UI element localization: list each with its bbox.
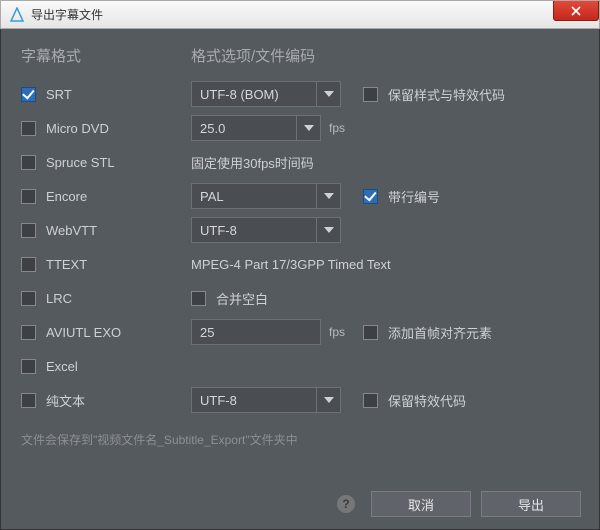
save-location-note: 文件会保存到"视频文件名_Subtitle_Export"文件夹中: [21, 431, 579, 448]
chevron-down-icon: [316, 184, 340, 208]
srt-encoding-select[interactable]: UTF-8 (BOM): [191, 81, 341, 107]
aviutl-add-align-label: 添加首帧对齐元素: [388, 323, 492, 342]
ttext-checkbox[interactable]: [21, 257, 36, 272]
plaintext-keep-effect-label: 保留特效代码: [388, 391, 466, 410]
plaintext-checkbox[interactable]: [21, 393, 36, 408]
microdvd-checkbox[interactable]: [21, 121, 36, 136]
plaintext-encoding-select[interactable]: UTF-8: [191, 387, 341, 413]
microdvd-fps-unit: fps: [329, 121, 345, 135]
encore-checkbox[interactable]: [21, 189, 36, 204]
microdvd-fps-select[interactable]: 25.0: [191, 115, 321, 141]
titlebar: 导出字幕文件: [0, 0, 600, 29]
chevron-down-icon: [316, 82, 340, 106]
plaintext-label: 纯文本: [46, 391, 85, 410]
close-button[interactable]: [553, 1, 599, 21]
chevron-down-icon: [316, 218, 340, 242]
lrc-merge-blank-checkbox[interactable]: [191, 291, 206, 306]
lrc-label: LRC: [46, 291, 72, 306]
excel-label: Excel: [46, 359, 78, 374]
srt-checkbox[interactable]: [21, 87, 36, 102]
aviutl-label: AVIUTL EXO: [46, 325, 121, 340]
window-title: 导出字幕文件: [31, 6, 103, 23]
aviutl-fps-unit: fps: [329, 325, 345, 339]
chevron-down-icon: [296, 116, 320, 140]
options-header: 格式选项/文件编码: [191, 45, 351, 67]
ttext-label: TTEXT: [46, 257, 87, 272]
lrc-checkbox[interactable]: [21, 291, 36, 306]
srt-label: SRT: [46, 87, 72, 102]
plaintext-encoding-value: UTF-8: [200, 393, 237, 408]
excel-checkbox[interactable]: [21, 359, 36, 374]
chevron-down-icon: [316, 388, 340, 412]
srt-encoding-value: UTF-8 (BOM): [200, 87, 279, 102]
srt-keep-style-checkbox[interactable]: [363, 87, 378, 102]
webvtt-label: WebVTT: [46, 223, 97, 238]
plaintext-keep-effect-checkbox[interactable]: [363, 393, 378, 408]
sprucestl-label: Spruce STL: [46, 155, 115, 170]
aviutl-fps-input[interactable]: [191, 319, 321, 345]
aviutl-checkbox[interactable]: [21, 325, 36, 340]
formats-header: 字幕格式: [21, 45, 191, 67]
microdvd-fps-value: 25.0: [200, 121, 225, 136]
dialog-body: 字幕格式 SRT Micro DVD Spruce STL Encore Web…: [0, 29, 600, 530]
microdvd-label: Micro DVD: [46, 121, 109, 136]
srt-keep-style-label: 保留样式与特效代码: [388, 85, 505, 104]
help-icon[interactable]: ?: [337, 495, 355, 513]
webvtt-encoding-value: UTF-8: [200, 223, 237, 238]
sprucestl-note: 固定使用30fps时间码: [191, 153, 314, 172]
encore-line-number-checkbox[interactable]: [363, 189, 378, 204]
encore-line-number-label: 带行编号: [388, 187, 440, 206]
webvtt-encoding-select[interactable]: UTF-8: [191, 217, 341, 243]
encore-region-value: PAL: [200, 189, 224, 204]
encore-label: Encore: [46, 189, 87, 204]
cancel-button[interactable]: 取消: [371, 491, 471, 517]
encore-region-select[interactable]: PAL: [191, 183, 341, 209]
sprucestl-checkbox[interactable]: [21, 155, 36, 170]
webvtt-checkbox[interactable]: [21, 223, 36, 238]
lrc-merge-blank-label: 合并空白: [216, 289, 268, 308]
export-button[interactable]: 导出: [481, 491, 581, 517]
aviutl-add-align-checkbox[interactable]: [363, 325, 378, 340]
app-icon: [9, 7, 25, 23]
